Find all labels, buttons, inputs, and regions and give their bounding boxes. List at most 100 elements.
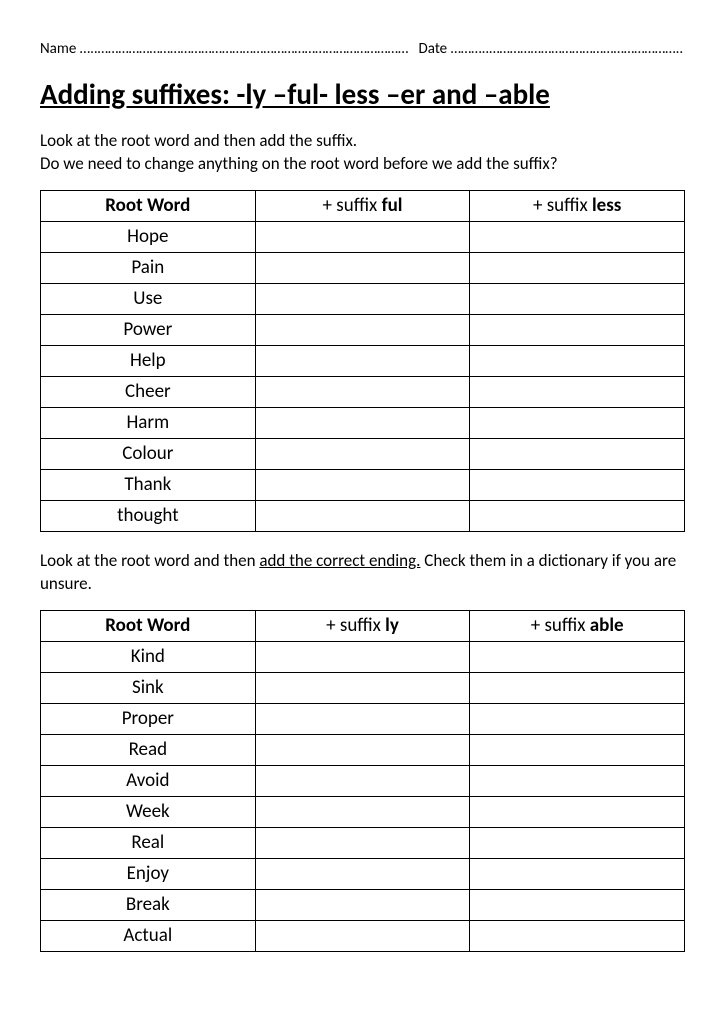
answer-cell[interactable] (255, 252, 470, 283)
answer-cell[interactable] (470, 407, 685, 438)
answer-cell[interactable] (255, 283, 470, 314)
answer-cell[interactable] (470, 703, 685, 734)
table-row: Help (41, 345, 685, 376)
answer-cell[interactable] (470, 889, 685, 920)
root-word-cell: Kind (41, 641, 256, 672)
root-word-cell: Actual (41, 920, 256, 951)
name-dots: …..……………………………………………………………………………… (80, 40, 409, 58)
page-title: Adding suffixes: -ly –ful- less –er and … (40, 76, 685, 112)
root-word-cell: Sink (41, 672, 256, 703)
name-date-line: Name …..……………………………………………………………………………… D… (40, 40, 685, 58)
answer-cell[interactable] (255, 765, 470, 796)
root-word-cell: Colour (41, 438, 256, 469)
answer-cell[interactable] (255, 469, 470, 500)
table-row: Avoid (41, 765, 685, 796)
header-suffix-able: + suffix able (470, 610, 685, 641)
table-row: Harm (41, 407, 685, 438)
table-row: Actual (41, 920, 685, 951)
table-row: Use (41, 283, 685, 314)
root-word-cell: Thank (41, 469, 256, 500)
answer-cell[interactable] (470, 796, 685, 827)
answer-cell[interactable] (470, 221, 685, 252)
root-word-cell: Pain (41, 252, 256, 283)
answer-cell[interactable] (255, 827, 470, 858)
table-row: Week (41, 796, 685, 827)
table-ly-able: Root Word + suffix ly + suffix able Kind… (40, 610, 685, 952)
date-dots: ………..……………………………………………….. (451, 40, 684, 58)
table-row: Proper (41, 703, 685, 734)
answer-cell[interactable] (255, 641, 470, 672)
table-row: Cheer (41, 376, 685, 407)
root-word-cell: Hope (41, 221, 256, 252)
answer-cell[interactable] (470, 858, 685, 889)
answer-cell[interactable] (470, 252, 685, 283)
root-word-cell: Week (41, 796, 256, 827)
table-row: Colour (41, 438, 685, 469)
instruction-1: Look at the root word and then add the s… (40, 130, 685, 176)
answer-cell[interactable] (470, 641, 685, 672)
root-word-cell: Avoid (41, 765, 256, 796)
table-header-row: Root Word + suffix ly + suffix able (41, 610, 685, 641)
answer-cell[interactable] (255, 221, 470, 252)
table-row: Pain (41, 252, 685, 283)
root-word-cell: Use (41, 283, 256, 314)
instruction-2: Look at the root word and then add the c… (40, 550, 685, 596)
table-row: Hope (41, 221, 685, 252)
table-row: Sink (41, 672, 685, 703)
table-ful-less: Root Word + suffix ful + suffix less Hop… (40, 190, 685, 532)
answer-cell[interactable] (470, 438, 685, 469)
instr2-underline: add the correct ending. (259, 550, 420, 571)
answer-cell[interactable] (470, 469, 685, 500)
table-row: thought (41, 500, 685, 531)
instr2-pre: Look at the root word and then (40, 550, 259, 571)
answer-cell[interactable] (470, 345, 685, 376)
table-row: Real (41, 827, 685, 858)
header-suffix-ly: + suffix ly (255, 610, 470, 641)
answer-cell[interactable] (255, 672, 470, 703)
answer-cell[interactable] (470, 672, 685, 703)
instr1-line1: Look at the root word and then add the s… (40, 130, 357, 151)
answer-cell[interactable] (255, 500, 470, 531)
header-suffix-less: + suffix less (470, 190, 685, 221)
answer-cell[interactable] (255, 889, 470, 920)
answer-cell[interactable] (255, 796, 470, 827)
table-header-row: Root Word + suffix ful + suffix less (41, 190, 685, 221)
answer-cell[interactable] (470, 765, 685, 796)
answer-cell[interactable] (255, 438, 470, 469)
header-root-word: Root Word (41, 190, 256, 221)
answer-cell[interactable] (255, 734, 470, 765)
root-word-cell: Harm (41, 407, 256, 438)
root-word-cell: Help (41, 345, 256, 376)
root-word-cell: Read (41, 734, 256, 765)
table-row: Break (41, 889, 685, 920)
name-label: Name (40, 40, 76, 58)
table-row: Kind (41, 641, 685, 672)
answer-cell[interactable] (255, 920, 470, 951)
answer-cell[interactable] (255, 314, 470, 345)
table-row: Thank (41, 469, 685, 500)
answer-cell[interactable] (470, 734, 685, 765)
header-root-word: Root Word (41, 610, 256, 641)
root-word-cell: Cheer (41, 376, 256, 407)
answer-cell[interactable] (255, 376, 470, 407)
answer-cell[interactable] (470, 827, 685, 858)
root-word-cell: thought (41, 500, 256, 531)
answer-cell[interactable] (470, 920, 685, 951)
instr1-line2: Do we need to change anything on the roo… (40, 153, 558, 174)
table-row: Enjoy (41, 858, 685, 889)
header-suffix-ful: + suffix ful (255, 190, 470, 221)
answer-cell[interactable] (470, 500, 685, 531)
answer-cell[interactable] (255, 703, 470, 734)
root-word-cell: Enjoy (41, 858, 256, 889)
answer-cell[interactable] (255, 858, 470, 889)
answer-cell[interactable] (255, 407, 470, 438)
root-word-cell: Break (41, 889, 256, 920)
answer-cell[interactable] (470, 314, 685, 345)
answer-cell[interactable] (255, 345, 470, 376)
table-row: Read (41, 734, 685, 765)
root-word-cell: Proper (41, 703, 256, 734)
date-label: Date (419, 40, 448, 58)
table-row: Power (41, 314, 685, 345)
answer-cell[interactable] (470, 283, 685, 314)
answer-cell[interactable] (470, 376, 685, 407)
